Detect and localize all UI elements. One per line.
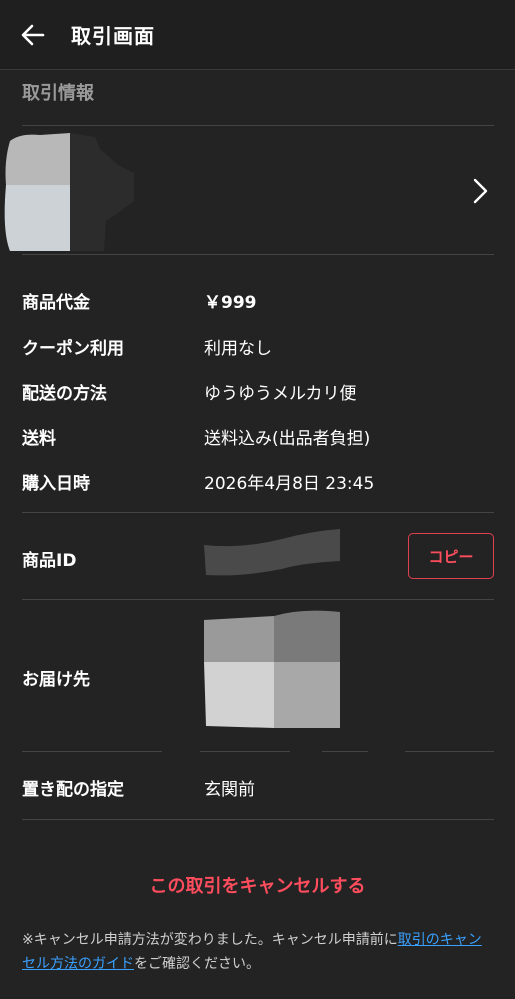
cancel-notice: ※キャンセル申請方法が変わりました。キャンセル申請前に取引のキャンセル方法のガイ… [22, 928, 488, 976]
coupon-label: クーポン利用 [22, 339, 124, 359]
notice-suffix: をご確認ください。 [134, 956, 260, 972]
cancel-transaction-button[interactable]: この取引をキャンセルする [0, 872, 515, 898]
product-thumbnail [4, 133, 134, 251]
divider [22, 512, 494, 513]
divider [22, 254, 494, 255]
divider [405, 751, 494, 752]
coupon-value: 利用なし [204, 339, 272, 359]
price-label: 商品代金 [22, 293, 90, 313]
copy-button[interactable]: コピー [408, 533, 494, 579]
top-app-bar: 取引画面 [0, 0, 515, 70]
placement-value: 玄関前 [204, 780, 255, 800]
chevron-right-icon[interactable] [470, 177, 490, 205]
divider [22, 599, 494, 600]
arrow-left-icon[interactable] [20, 22, 46, 48]
purchase-date-label: 購入日時 [22, 474, 90, 494]
divider [200, 751, 290, 752]
section-title: 取引情報 [22, 83, 94, 104]
shipping-method-label: 配送の方法 [22, 384, 107, 404]
shipping-fee-label: 送料 [22, 429, 56, 449]
divider [322, 751, 368, 752]
item-id-label: 商品ID [22, 551, 77, 571]
purchase-date-value: 2026年4月8日 23:45 [204, 474, 375, 494]
divider [22, 125, 494, 126]
divider [22, 819, 494, 820]
address-redacted [204, 610, 340, 728]
price-value: ￥999 [204, 293, 257, 313]
placement-label: 置き配の指定 [22, 780, 124, 800]
shipping-method-value: ゆうゆうメルカリ便 [204, 384, 357, 404]
shipping-fee-value: 送料込み(出品者負担) [204, 429, 371, 449]
address-label: お届け先 [22, 670, 90, 690]
divider [22, 751, 162, 752]
notice-prefix: ※キャンセル申請方法が変わりました。キャンセル申請前に [22, 932, 398, 948]
item-id-redacted [204, 529, 340, 576]
page-title: 取引画面 [71, 24, 155, 48]
